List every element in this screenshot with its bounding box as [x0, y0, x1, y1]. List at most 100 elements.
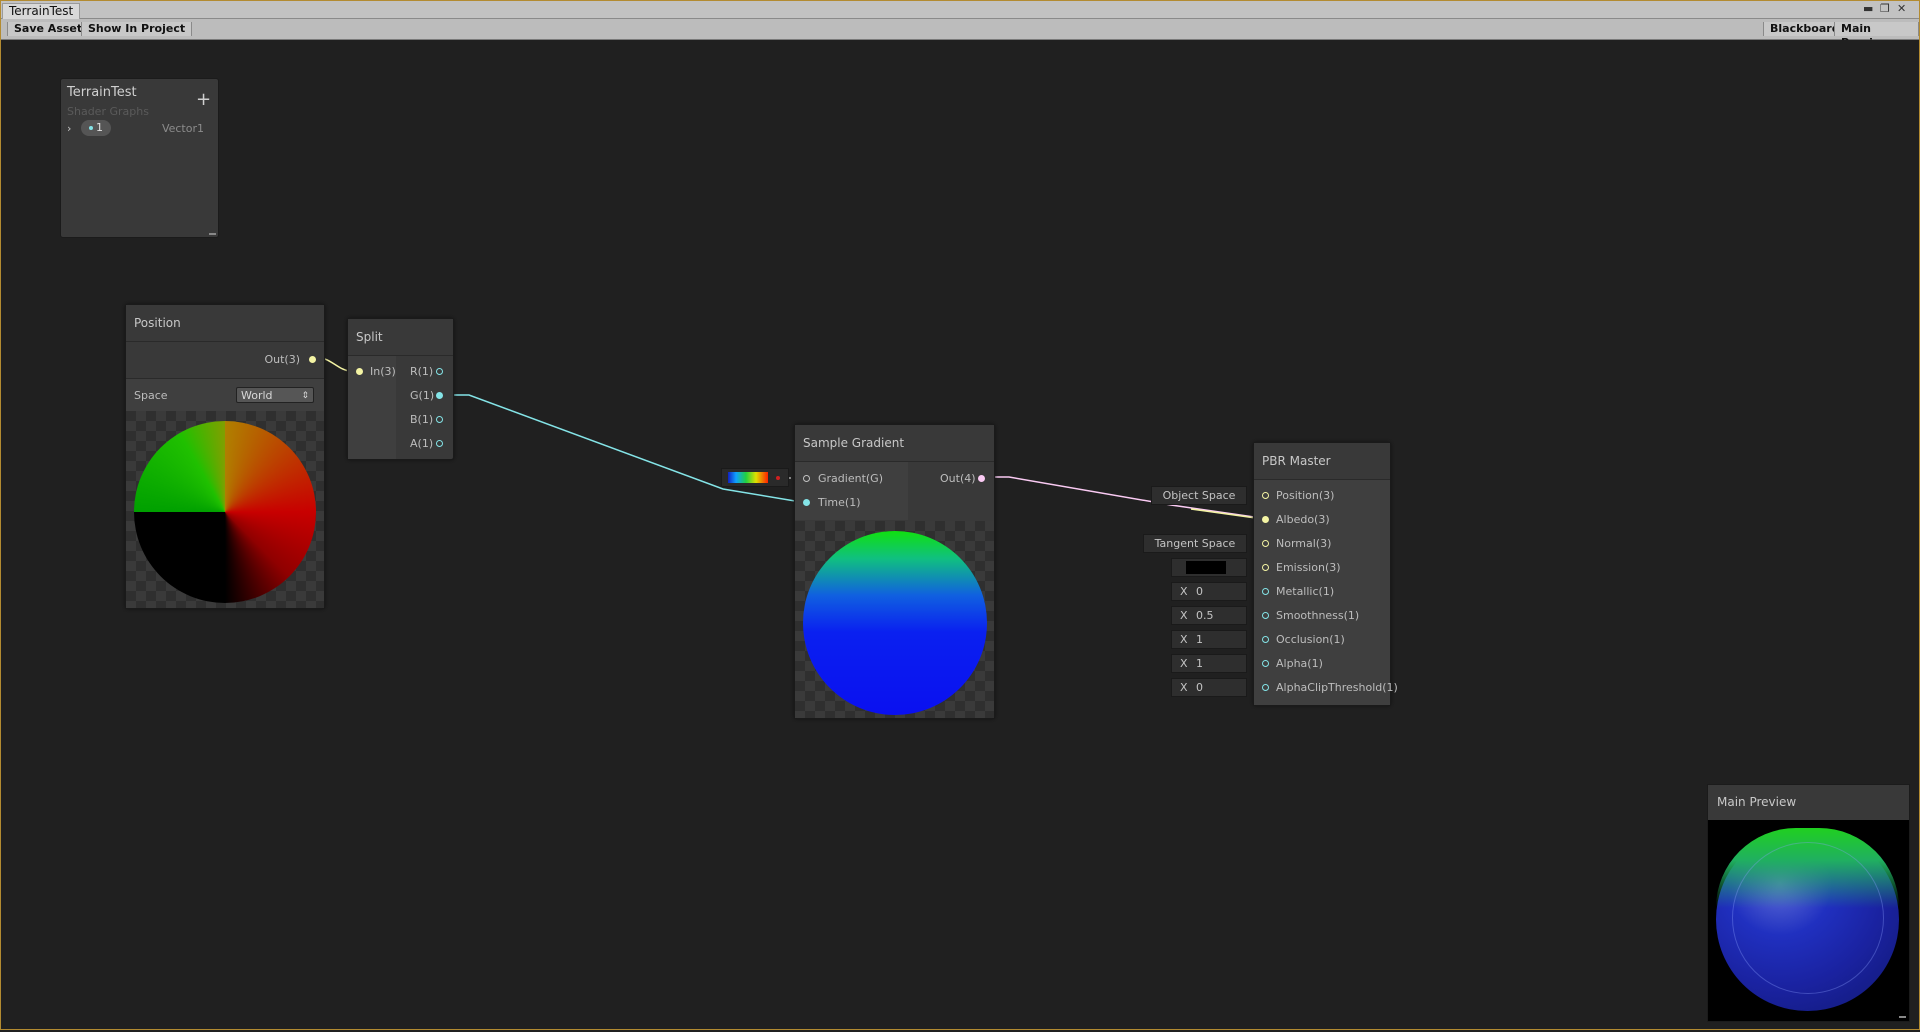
toolbar: Save Asset Show In Project Blackboard Ma…	[1, 19, 1919, 49]
position-preview-sphere	[134, 421, 316, 603]
occlusion-x-label: X	[1180, 633, 1188, 646]
smoothness-x-label: X	[1180, 609, 1188, 622]
chevron-right-icon[interactable]: ›	[67, 122, 71, 135]
split-out-r-port[interactable]	[436, 368, 443, 375]
pbr-alpha-clip-label: AlphaClipThreshold(1)	[1276, 681, 1398, 694]
property-type: Vector1	[161, 122, 204, 135]
pbr-metallic-port[interactable]	[1262, 588, 1269, 595]
pbr-albedo-port[interactable]	[1262, 516, 1269, 523]
split-out-g-label: G(1)	[410, 389, 435, 402]
position-out-label: Out(3)	[264, 353, 300, 366]
pbr-alpha-port[interactable]	[1262, 660, 1269, 667]
split-out-b-label: B(1)	[410, 413, 434, 426]
gradient-out-label: Out(4)	[940, 472, 976, 485]
pbr-occlusion-label: Occlusion(1)	[1276, 633, 1345, 646]
smoothness-field[interactable]: X 0.5	[1171, 606, 1247, 625]
alpha-clip-field[interactable]: X0	[1171, 678, 1247, 697]
blackboard-subtitle: Shader Graphs	[67, 105, 149, 118]
pbr-alpha-clip-port[interactable]	[1262, 684, 1269, 691]
gradient-input-area: Gradient(G) Time(1)	[795, 462, 908, 520]
pbr-smoothness-port[interactable]	[1262, 612, 1269, 619]
emission-color-field[interactable]	[1171, 558, 1247, 577]
pbr-master-title: PBR Master	[1254, 443, 1390, 480]
main-preview-title: Main Preview	[1717, 795, 1797, 809]
blackboard-panel: TerrainTest Shader Graphs + › 1 Vector1	[60, 78, 219, 238]
alpha-clip-value[interactable]: 0	[1196, 679, 1203, 696]
resize-handle[interactable]	[209, 233, 216, 235]
split-out-g-port[interactable]	[436, 392, 443, 399]
gradient-in-label: Gradient(G)	[818, 472, 883, 485]
gradient-preview-sphere	[803, 531, 987, 715]
time-in-port[interactable]	[803, 499, 810, 506]
split-in-label: In(3)	[370, 365, 396, 378]
split-node-title: Split	[348, 319, 453, 356]
main-preview-viewport[interactable]	[1708, 820, 1909, 1021]
pbr-position-label: Position(3)	[1276, 489, 1335, 502]
pbr-alpha-label: Alpha(1)	[1276, 657, 1323, 670]
split-in-port[interactable]	[356, 368, 363, 375]
title-bar: TerrainTest ▬ ❐ ✕	[1, 1, 1919, 20]
split-input-area: In(3)	[348, 356, 396, 459]
pbr-normal-port[interactable]	[1262, 540, 1269, 547]
smoothness-value[interactable]: 0.5	[1196, 607, 1214, 624]
normal-space-field[interactable]: Tangent Space	[1143, 534, 1247, 553]
split-out-a-label: A(1)	[410, 437, 434, 450]
metallic-x-label: X	[1180, 585, 1188, 598]
main-preview-sphere	[1716, 828, 1899, 1011]
metallic-value[interactable]: 0	[1196, 583, 1203, 600]
pbr-position-port[interactable]	[1262, 492, 1269, 499]
maximize-icon[interactable]: ❐	[1880, 2, 1890, 16]
close-icon[interactable]: ✕	[1897, 2, 1906, 16]
pbr-emission-port[interactable]	[1262, 564, 1269, 571]
sample-gradient-node[interactable]: Sample Gradient Gradient(G) Time(1) Out(…	[794, 424, 995, 719]
alpha-field[interactable]: X1	[1171, 654, 1247, 673]
gradient-field[interactable]	[721, 468, 789, 487]
occlusion-value[interactable]: 1	[1196, 631, 1203, 648]
window-tab[interactable]: TerrainTest	[2, 3, 81, 20]
emission-swatch[interactable]	[1186, 561, 1226, 574]
pbr-albedo-label: Albedo(3)	[1276, 513, 1330, 526]
space-label: Space	[134, 389, 168, 402]
property-name: 1	[96, 121, 103, 134]
split-out-b-port[interactable]	[436, 416, 443, 423]
split-out-a-port[interactable]	[436, 440, 443, 447]
alpha-x-label: X	[1180, 657, 1188, 670]
pbr-normal-label: Normal(3)	[1276, 537, 1332, 550]
position-preview	[126, 411, 324, 608]
save-asset-button[interactable]: Save Asset	[7, 22, 90, 36]
position-node-title: Position	[126, 305, 324, 342]
gradient-out-port[interactable]	[978, 475, 985, 482]
pbr-occlusion-port[interactable]	[1262, 636, 1269, 643]
alpha-clip-x-label: X	[1180, 681, 1188, 694]
minimize-icon[interactable]: ▬	[1863, 2, 1873, 16]
sample-gradient-title: Sample Gradient	[795, 425, 994, 462]
preview-resize-handle[interactable]	[1899, 1016, 1906, 1018]
property-pill[interactable]: 1	[81, 120, 111, 136]
position-node[interactable]: Position Out(3) Space World ⇕	[125, 304, 325, 609]
pbr-metallic-label: Metallic(1)	[1276, 585, 1335, 598]
position-out-port[interactable]	[309, 356, 316, 363]
blackboard-title: TerrainTest	[67, 85, 137, 100]
occlusion-field[interactable]: X1	[1171, 630, 1247, 649]
gradient-preview	[795, 521, 994, 718]
show-in-project-button[interactable]: Show In Project	[81, 22, 193, 36]
split-node[interactable]: Split In(3) R(1) G(1) B(1) A(1)	[347, 318, 454, 460]
position-space-field[interactable]: Object Space	[1151, 486, 1247, 505]
alpha-value[interactable]: 1	[1196, 655, 1203, 672]
pbr-input-area: Position(3) Albedo(3) Normal(3) Emission…	[1254, 480, 1398, 705]
gradient-in-port[interactable]	[803, 475, 810, 482]
gradient-swatch[interactable]	[728, 472, 768, 483]
space-dropdown[interactable]: World ⇕	[236, 387, 314, 403]
main-preview-toggle-button[interactable]: Main Preview	[1834, 22, 1919, 49]
gradient-dot-icon	[776, 476, 780, 480]
main-preview-panel[interactable]: Main Preview	[1707, 784, 1910, 1022]
pbr-master-node[interactable]: PBR Master Position(3) Albedo(3) Normal(…	[1253, 442, 1398, 706]
shader-graph-window: TerrainTest ▬ ❐ ✕ Save Asset Show In Pro…	[0, 0, 1920, 1030]
add-property-button[interactable]: +	[196, 89, 211, 110]
metallic-field[interactable]: X0	[1171, 582, 1247, 601]
main-preview-rim	[1732, 842, 1884, 994]
vector1-dot-icon	[89, 126, 93, 130]
pbr-emission-label: Emission(3)	[1276, 561, 1341, 574]
pbr-smoothness-label: Smoothness(1)	[1276, 609, 1360, 622]
space-value: World	[241, 389, 273, 402]
